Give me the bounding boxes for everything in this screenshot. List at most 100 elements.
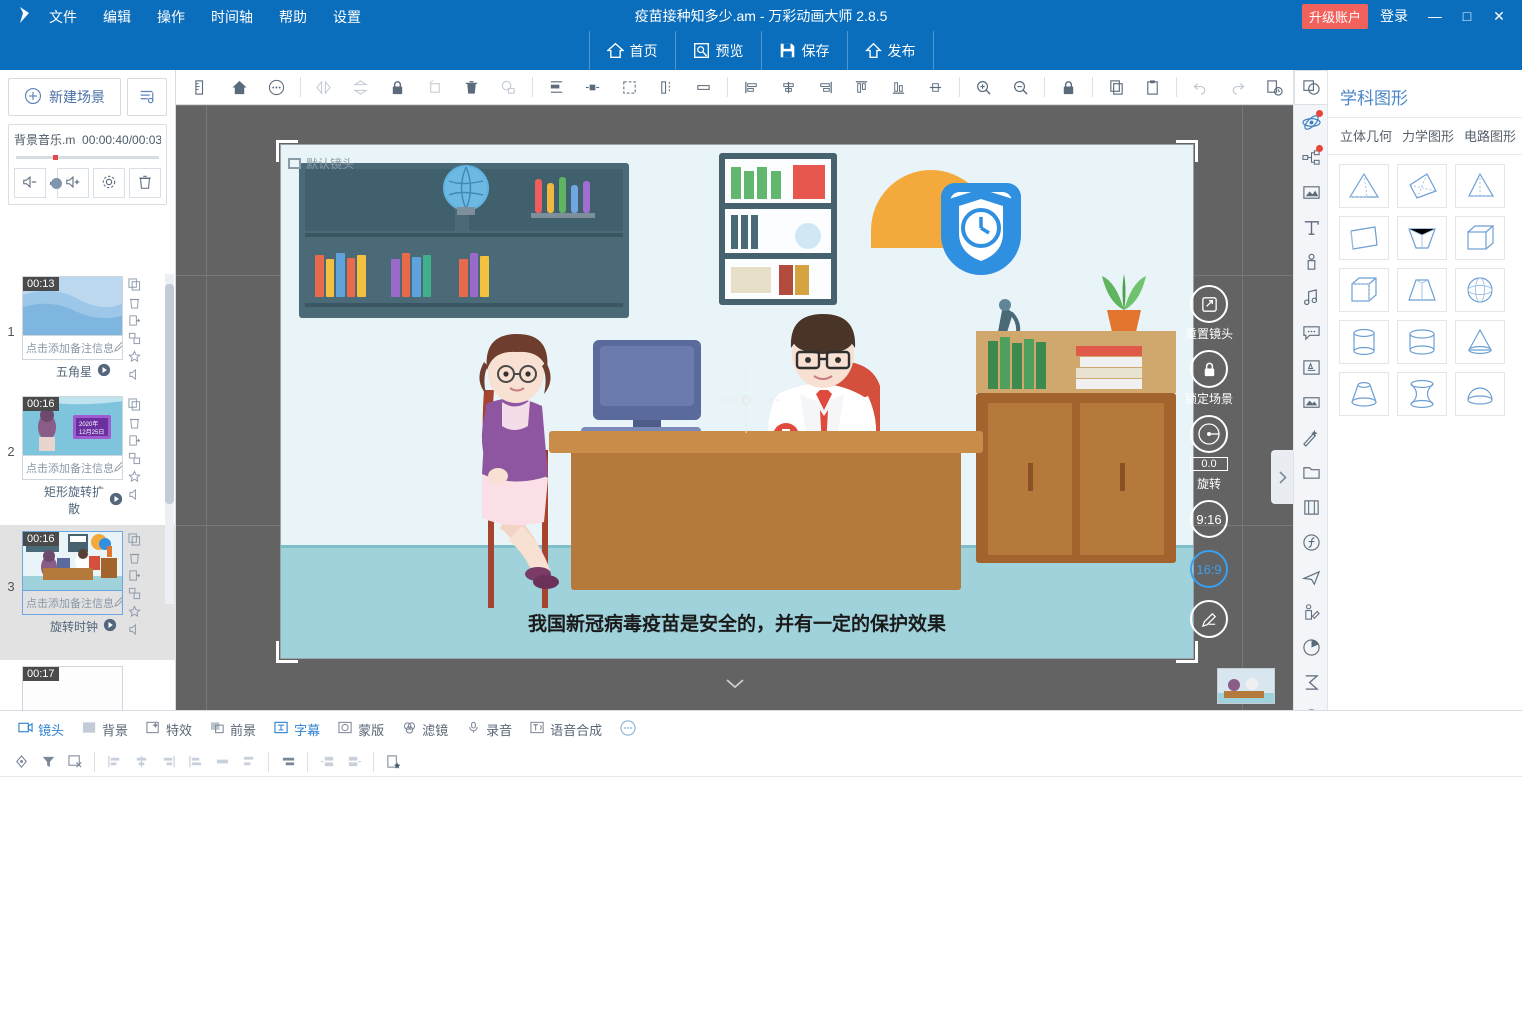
delete-icon[interactable] (128, 416, 141, 432)
group-icon[interactable] (611, 72, 648, 102)
align-right-icon[interactable] (807, 72, 844, 102)
scene-transition[interactable]: 矩形旋转扩散 (22, 480, 123, 521)
scene-mute-icon[interactable] (128, 368, 141, 384)
tab-tts[interactable]: 语音合成 (522, 716, 610, 743)
distribute-icon[interactable] (685, 72, 722, 102)
scene-card[interactable]: 00:13 点击添加备注信息 五角星 (22, 276, 123, 390)
shape-hemisphere[interactable] (1455, 372, 1505, 416)
rail-music-icon[interactable] (1294, 280, 1328, 315)
music-delete-button[interactable] (129, 168, 161, 198)
lock-scene-button[interactable] (1190, 350, 1228, 388)
tab-camera[interactable]: 镜头 (10, 716, 72, 743)
publish-button[interactable]: 发布 (847, 31, 934, 70)
scene-preview-thumb[interactable] (1217, 668, 1275, 704)
menu-edit[interactable]: 编辑 (90, 3, 144, 31)
menu-timeline[interactable]: 时间轴 (198, 3, 266, 31)
align-center-icon[interactable] (770, 72, 807, 102)
tab-more[interactable] (612, 716, 644, 743)
scrollbar-thumb[interactable] (165, 284, 174, 504)
menu-help[interactable]: 帮助 (266, 3, 320, 31)
mark-icon[interactable] (380, 750, 406, 774)
edit-pencil-icon[interactable] (114, 341, 123, 355)
align-end-icon[interactable] (182, 750, 208, 774)
collapse-stage-button[interactable] (725, 676, 745, 692)
keyframe-icon[interactable] (8, 750, 34, 774)
favorite-star-icon[interactable] (128, 470, 141, 486)
shape-oblique-pyramid[interactable] (1397, 164, 1447, 208)
edit-pencil-icon[interactable] (114, 461, 123, 475)
redo-icon[interactable] (1219, 72, 1256, 102)
export-scene-icon[interactable] (128, 434, 141, 450)
clear-filter-icon[interactable] (62, 750, 88, 774)
maximize-button[interactable]: □ (1452, 4, 1482, 28)
rotation-value[interactable]: 0.0 (1190, 457, 1227, 471)
selection-corner-bl[interactable] (276, 641, 298, 663)
scene-template-icon[interactable] (128, 587, 141, 603)
menu-operation[interactable]: 操作 (144, 3, 198, 31)
scene-list-scrollbar[interactable] (165, 274, 174, 604)
flip-horizontal-icon[interactable] (306, 72, 343, 102)
scene-transition[interactable]: 旋转时钟 (22, 615, 123, 639)
align-bottom-icon[interactable] (880, 72, 917, 102)
rail-shapes-icon[interactable] (1294, 70, 1328, 105)
flip-vertical-icon[interactable] (342, 72, 379, 102)
paste-icon[interactable] (1134, 72, 1171, 102)
shape-cone[interactable] (1455, 320, 1505, 364)
reset-camera-button[interactable] (1190, 285, 1228, 323)
tab-subtitle[interactable]: 字幕 (266, 716, 328, 743)
tab-recording[interactable]: 录音 (458, 716, 520, 743)
align-center-icon[interactable] (128, 750, 154, 774)
volume-down-button[interactable] (14, 168, 46, 198)
rotate-icon[interactable] (416, 72, 453, 102)
scene-note[interactable]: 点击添加备注信息 (22, 456, 123, 480)
trim-right-icon[interactable] (341, 750, 367, 774)
lock-canvas-icon[interactable] (1050, 72, 1087, 102)
shape-cube-solid[interactable] (1339, 268, 1389, 312)
scene-card[interactable]: 00:16 2020年 12月25日 (22, 396, 123, 525)
history-icon[interactable] (1256, 72, 1293, 102)
tab-effects[interactable]: 特效 (138, 716, 200, 743)
edit-pencil-icon[interactable] (114, 596, 123, 610)
delete-icon[interactable] (128, 551, 141, 567)
scene-mute-icon[interactable] (128, 488, 141, 504)
zoom-in-icon[interactable] (965, 72, 1002, 102)
selection-corner-br[interactable] (1176, 641, 1198, 663)
split-icon[interactable] (275, 750, 301, 774)
rail-sticker-icon[interactable] (1294, 350, 1328, 385)
scene-item-1[interactable]: 1 00:13 点击添加备注信息 (0, 270, 176, 390)
send-back-icon[interactable] (575, 72, 612, 102)
trim-left-icon[interactable] (314, 750, 340, 774)
rail-callout-icon[interactable] (1294, 315, 1328, 350)
shape-triangle-pyramid[interactable] (1339, 164, 1389, 208)
shape-sphere[interactable] (1455, 268, 1505, 312)
scene-card[interactable]: 00:16 (22, 531, 123, 660)
unlock-shape-icon[interactable] (490, 72, 527, 102)
ratio-landscape-button[interactable]: 16:9 (1190, 550, 1228, 588)
preview-button[interactable]: 预览 (675, 31, 761, 70)
scene-list[interactable]: 1 00:13 点击添加备注信息 (0, 270, 176, 748)
scene-template-icon[interactable] (128, 452, 141, 468)
undo-icon[interactable] (1182, 72, 1219, 102)
rail-video-icon[interactable] (1294, 385, 1328, 420)
stretch-icon[interactable] (209, 750, 235, 774)
scene-item-3[interactable]: 3 00:16 (0, 525, 176, 660)
edit-scene-button[interactable] (1190, 600, 1228, 638)
rail-effects-icon[interactable] (1294, 420, 1328, 455)
duplicate-icon[interactable] (128, 278, 141, 294)
rail-animation-icon[interactable] (1294, 105, 1328, 140)
tab-background[interactable]: 背景 (74, 716, 136, 743)
home-button[interactable]: 首页 (589, 31, 675, 70)
volume-slider[interactable] (50, 168, 53, 198)
tab-foreground[interactable]: 前景 (202, 716, 264, 743)
upgrade-account-button[interactable]: 升级账户 (1302, 4, 1368, 29)
minimize-button[interactable]: — (1420, 4, 1450, 28)
export-scene-icon[interactable] (128, 314, 141, 330)
scene-transition[interactable]: 五角星 (22, 360, 123, 384)
canvas-stage[interactable]: 我国新冠病毒疫苗是安全的，并有一定的保护效果 默认镜头 重置镜头 锁定场景 0.… (176, 105, 1293, 710)
tab-solid-geometry[interactable]: 立体几何 (1340, 126, 1392, 145)
rail-image-icon[interactable] (1294, 175, 1328, 210)
music-progress-bar[interactable] (16, 156, 159, 159)
align-middle-icon[interactable] (917, 72, 954, 102)
ruler-icon[interactable] (184, 72, 221, 102)
menu-settings[interactable]: 设置 (320, 3, 374, 31)
